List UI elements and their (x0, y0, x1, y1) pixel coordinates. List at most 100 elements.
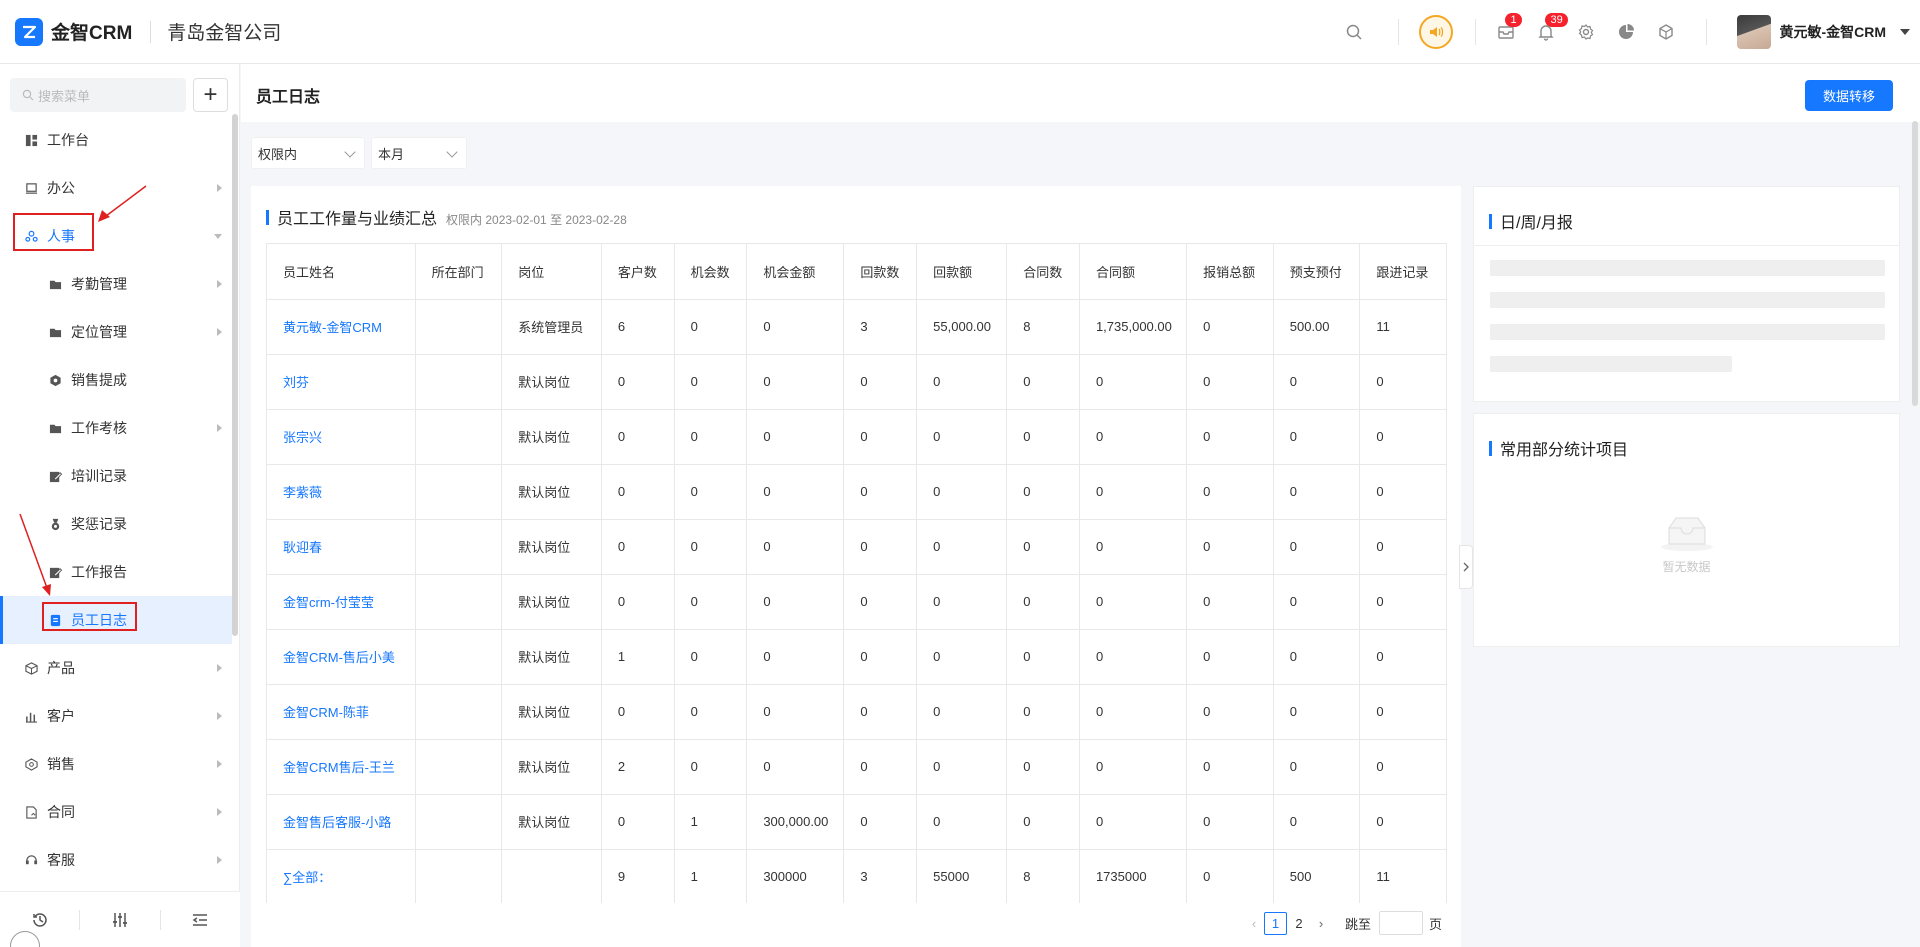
sidebar-item-location[interactable]: 定位管理 (0, 308, 232, 356)
period-select[interactable]: 本月 (371, 137, 467, 169)
table-cell: 0 (916, 519, 1008, 575)
data-transfer-button[interactable]: 数据转移 (1805, 80, 1893, 111)
cube-icon[interactable] (1656, 22, 1676, 42)
sidebar-item-sales[interactable]: 销售 (0, 740, 232, 788)
main-scrollbar[interactable] (1912, 121, 1918, 406)
pie-chart-icon[interactable] (1616, 22, 1636, 42)
table-cell: 0 (1186, 794, 1274, 850)
sidebar-item-customer[interactable]: 客户 (0, 692, 232, 740)
add-menu-button[interactable]: + (193, 78, 228, 112)
employee-name-link[interactable]: 李紫薇 (267, 464, 416, 520)
broadcast-icon[interactable] (1419, 15, 1454, 49)
table-cell: 500 (1273, 849, 1361, 903)
table-cell: 55000 (916, 849, 1008, 903)
employee-name-link[interactable]: 金智crm-付莹莹 (267, 574, 416, 630)
column-header: 机会数 (674, 244, 748, 300)
table-cell (415, 684, 503, 740)
settings-sliders-button[interactable] (80, 911, 159, 929)
bell-icon[interactable]: 39 (1536, 13, 1568, 42)
pagination: ‹ 1 2 › 跳至 页 (1244, 911, 1442, 935)
app-logo[interactable]: 金智CRM (15, 17, 132, 46)
collapse-menu-button[interactable] (161, 911, 240, 929)
table-cell: 0 (916, 464, 1008, 520)
scope-select[interactable]: 权限内 (251, 137, 365, 169)
employee-name-link[interactable]: 张宗兴 (267, 409, 416, 465)
table-cell: 1735000 (1079, 849, 1188, 903)
sidebar-item-label: 合同 (47, 804, 75, 820)
customer-icon (24, 709, 38, 723)
table-cell: 默认岗位 (501, 684, 602, 740)
sidebar-item-contract[interactable]: 合同 (0, 788, 232, 836)
sidebar-item-attendance[interactable]: 考勤管理 (0, 260, 232, 308)
employee-name-link[interactable]: 耿迎春 (267, 519, 416, 575)
table-cell (415, 794, 503, 850)
jump-page-input[interactable] (1379, 911, 1424, 935)
table-cell: 0 (916, 739, 1008, 795)
employee-name-link[interactable]: 金智CRM售后-王兰 (267, 739, 416, 795)
sidebar-item-assessment[interactable]: 工作考核 (0, 404, 232, 452)
prev-page-icon[interactable]: ‹ (1244, 916, 1264, 931)
empty-state: 暂无数据 (1474, 514, 1899, 575)
employee-name-link[interactable]: 刘芬 (267, 354, 416, 410)
table-cell: 6 (601, 299, 675, 355)
sidebar-item-workbench[interactable]: 工作台 (0, 116, 232, 164)
jump-label: 跳至 (1345, 916, 1372, 932)
sidebar-item-rewards[interactable]: 奖惩记录 (0, 500, 232, 548)
assistant-avatar[interactable] (10, 931, 40, 947)
history-button[interactable] (0, 911, 79, 929)
employee-name-link[interactable]: 金智售后客服-小路 (267, 794, 416, 850)
loading-skeleton (1490, 292, 1885, 308)
column-header: 预支预付 (1273, 244, 1361, 300)
mail-icon[interactable]: 1 (1496, 13, 1522, 42)
product-icon (24, 661, 38, 675)
chevron-down-icon[interactable] (1900, 29, 1910, 35)
search-icon[interactable] (1344, 22, 1364, 42)
table-cell: 0 (601, 684, 675, 740)
table-cell: 0 (916, 629, 1008, 685)
report-card: 日/周/月报 (1473, 186, 1900, 402)
table-row: 金智CRM-售后小美 默认岗位 1 0 0 0 0 0 0 0 0 0 (267, 629, 1447, 685)
sidebar-item-service[interactable]: 客服 (0, 836, 232, 884)
page-2-button[interactable]: 2 (1287, 911, 1311, 935)
table-cell: 8 (1006, 849, 1080, 903)
sidebar-item-work-report[interactable]: 工作报告 (0, 548, 232, 596)
sidebar-item-product[interactable]: 产品 (0, 644, 232, 692)
table-row: 金智CRM-陈菲 默认岗位 0 0 0 0 0 0 0 0 0 0 (267, 684, 1447, 740)
history-icon (32, 912, 47, 927)
table-cell: 0 (1359, 409, 1447, 465)
sidebar-item-training[interactable]: 培训记录 (0, 452, 232, 500)
page-1-button[interactable]: 1 (1264, 911, 1287, 935)
summary-table-container[interactable]: 员工姓名 所在部门 岗位 客户数 机会数 机会金额 回款数 回款额 合同数 合同额 报销总额 预支预付… (266, 243, 1447, 903)
table-cell: 0 (1273, 464, 1361, 520)
gear-icon[interactable] (1576, 22, 1596, 42)
employee-name-link[interactable]: 金智CRM-售后小美 (267, 629, 416, 685)
divider (1706, 19, 1708, 45)
user-name[interactable]: 黄元敏-金智CRM (1779, 22, 1886, 42)
medal-icon (48, 517, 62, 531)
table-row: 李紫薇 默认岗位 0 0 0 0 0 0 0 0 0 0 (267, 464, 1447, 520)
table-cell (415, 464, 503, 520)
table-cell: 0 (1273, 794, 1361, 850)
collapse-panel-toggle[interactable] (1459, 545, 1473, 589)
folder-icon (48, 325, 62, 339)
menu-search-input[interactable]: 搜索菜单 (10, 78, 186, 112)
sidebar-item-commission[interactable]: 销售提成 (0, 356, 232, 404)
edit-icon (48, 469, 62, 483)
table-cell: 0 (843, 519, 918, 575)
sidebar-item-label: 客服 (47, 852, 75, 868)
sidebar-item-label: 工作台 (47, 132, 89, 148)
employee-name-link[interactable]: 金智CRM-陈菲 (267, 684, 416, 740)
employee-name-link[interactable]: 黄元敏-金智CRM (267, 299, 416, 355)
sidebar-item-office[interactable]: 办公 (0, 164, 232, 212)
table-cell: 1,735,000.00 (1079, 299, 1188, 355)
user-avatar[interactable] (1737, 15, 1772, 49)
sidebar-scrollbar[interactable] (232, 114, 238, 636)
chevron-down-icon (344, 146, 356, 158)
search-icon (22, 89, 34, 101)
table-cell (415, 739, 503, 795)
next-page-icon[interactable]: › (1311, 916, 1331, 931)
table-cell: 0 (1079, 739, 1188, 795)
table-cell: 0 (1273, 409, 1361, 465)
table-cell: 默认岗位 (501, 574, 602, 630)
chevron-right-icon (217, 664, 222, 672)
